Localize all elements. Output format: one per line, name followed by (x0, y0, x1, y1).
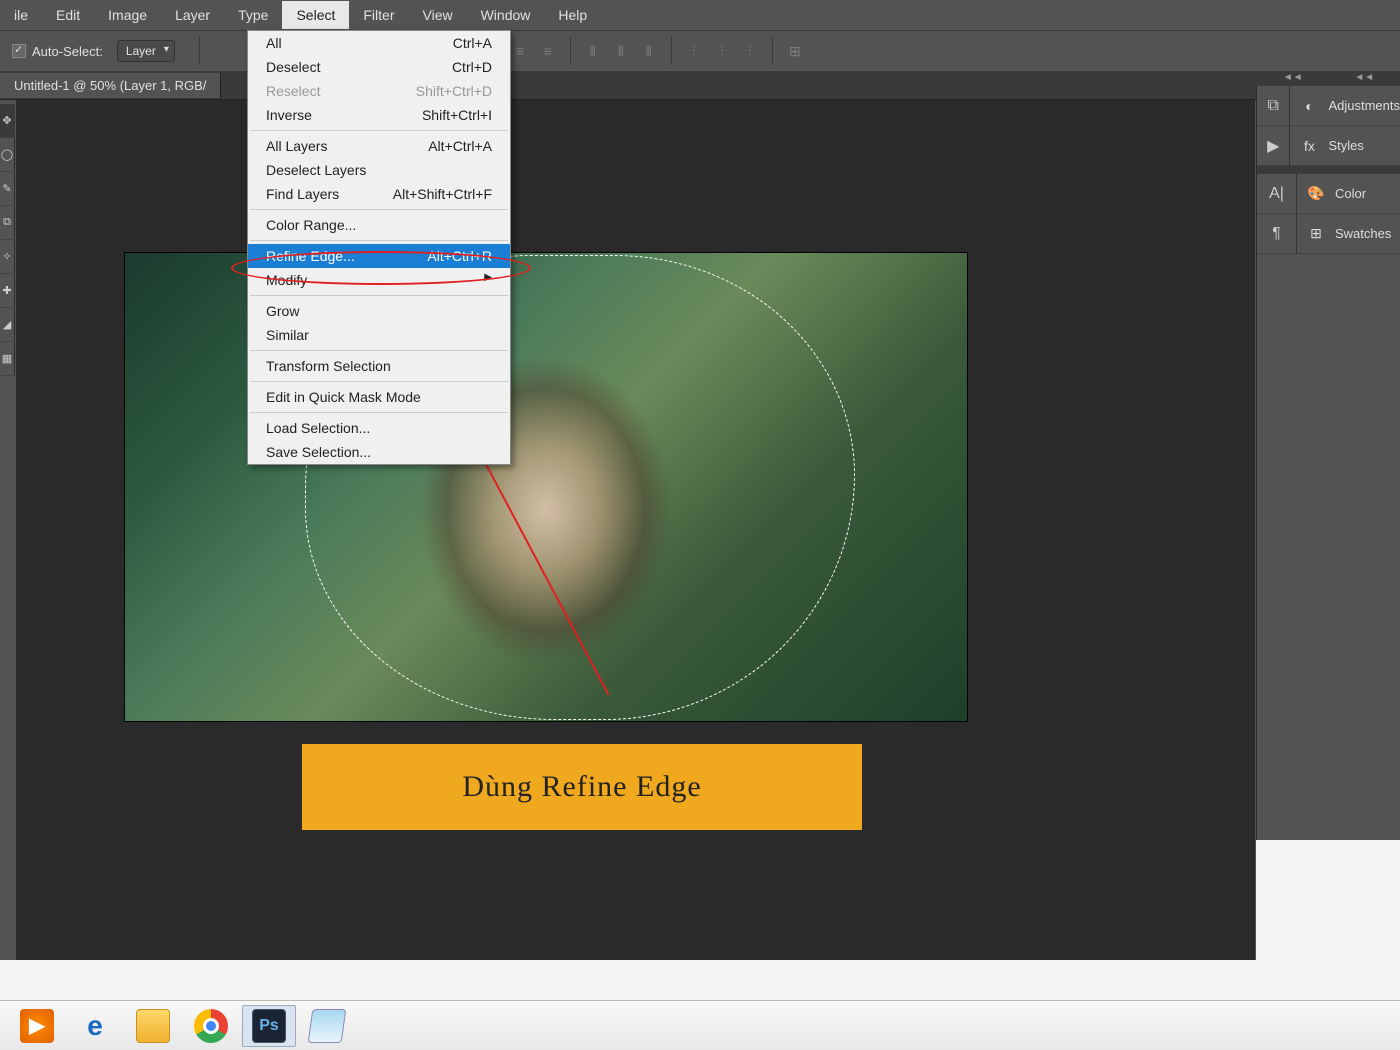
healing-tool-icon[interactable]: ✚ (0, 274, 15, 308)
align-icon[interactable]: ≡ (538, 41, 558, 61)
menu-divider (250, 350, 508, 351)
panel-label: Styles (1328, 138, 1363, 153)
adjustments-icon: ◐ (1300, 98, 1318, 114)
blank-area (0, 960, 1256, 1000)
menu-image[interactable]: Image (94, 1, 161, 29)
menu-divider (250, 240, 508, 241)
notepad-icon (308, 1009, 347, 1043)
panel-label: Color (1335, 186, 1366, 201)
menu-item-similar[interactable]: Similar (248, 323, 510, 347)
menu-ile[interactable]: ile (0, 1, 42, 29)
menu-help[interactable]: Help (544, 1, 601, 29)
separator (671, 37, 672, 65)
panel-label: Swatches (1335, 226, 1391, 241)
chrome-icon (194, 1009, 228, 1043)
auto-select-label: Auto-Select: (32, 44, 103, 59)
taskbar-media-player[interactable]: ▶ (10, 1005, 64, 1047)
adjustments-panel-tab[interactable]: ◐ Adjustments (1290, 86, 1400, 126)
styles-panel-tab[interactable]: fx Styles (1290, 126, 1400, 166)
menu-item-inverse[interactable]: InverseShift+Ctrl+I (248, 103, 510, 127)
menubar: ileEditImageLayerTypeSelectFilterViewWin… (0, 0, 1400, 30)
menu-divider (250, 412, 508, 413)
document-tab[interactable]: Untitled-1 @ 50% (Layer 1, RGB/ (0, 73, 221, 98)
taskbar-notepad[interactable] (300, 1005, 354, 1047)
distribute-icon[interactable]: ⫶ (740, 41, 760, 61)
separator (570, 37, 571, 65)
menu-view[interactable]: View (409, 1, 467, 29)
toolbox: ✥ ◯ ✎ ⧉ ✧ ✚ ◢ ▦ (0, 104, 15, 376)
menu-filter[interactable]: Filter (349, 1, 408, 29)
menu-type[interactable]: Type (224, 1, 282, 29)
distribute-icon[interactable]: ⫶ (712, 41, 732, 61)
eyedropper-tool-icon[interactable]: ✧ (0, 240, 15, 274)
menu-item-edit-in-quick-mask-mode[interactable]: Edit in Quick Mask Mode (248, 385, 510, 409)
auto-select-checkbox[interactable] (12, 44, 26, 58)
brush-tool-icon[interactable]: ✎ (0, 172, 15, 206)
layer-dropdown[interactable]: Layer (117, 40, 175, 62)
options-bar: Auto-Select: Layer ≡ ≡ ≡ ⫴ ⫴ ⫴ ⫶ ⫶ ⫶ ⊞ (0, 30, 1400, 72)
styles-icon: fx (1300, 138, 1318, 154)
distribute-icon[interactable]: ⫴ (611, 41, 631, 61)
taskbar-chrome[interactable] (184, 1005, 238, 1047)
menu-item-grow[interactable]: Grow (248, 299, 510, 323)
menu-divider (250, 295, 508, 296)
swatches-panel-tab[interactable]: ⊞ Swatches (1297, 214, 1400, 254)
media-player-icon: ▶ (20, 1009, 54, 1043)
menu-select[interactable]: Select (282, 1, 349, 29)
folder-icon (136, 1009, 170, 1043)
menu-layer[interactable]: Layer (161, 1, 224, 29)
color-panel-tab[interactable]: 🎨 Color (1297, 174, 1400, 214)
select-menu-dropdown: AllCtrl+ADeselectCtrl+DReselectShift+Ctr… (247, 30, 511, 465)
actions-icon[interactable]: ▶ (1257, 126, 1289, 166)
crop-tool-icon[interactable]: ⧉ (0, 206, 15, 240)
blank-area (1256, 840, 1400, 1000)
menu-divider (250, 209, 508, 210)
menu-divider (250, 381, 508, 382)
arrange-icon[interactable]: ⊞ (785, 41, 805, 61)
eraser-tool-icon[interactable]: ◢ (0, 308, 15, 342)
panel-collapse-bar[interactable]: ◄◄◄◄ (1257, 72, 1400, 86)
windows-taskbar: ▶ e Ps (0, 1000, 1400, 1050)
paragraph-icon[interactable]: ¶ (1257, 214, 1296, 254)
menu-item-transform-selection[interactable]: Transform Selection (248, 354, 510, 378)
menu-item-color-range-[interactable]: Color Range... (248, 213, 510, 237)
distribute-icon[interactable]: ⫶ (684, 41, 704, 61)
menu-item-deselect[interactable]: DeselectCtrl+D (248, 55, 510, 79)
taskbar-photoshop[interactable]: Ps (242, 1005, 296, 1047)
menu-item-load-selection-[interactable]: Load Selection... (248, 416, 510, 440)
menu-edit[interactable]: Edit (42, 1, 94, 29)
taskbar-file-explorer[interactable] (126, 1005, 180, 1047)
document-tab-bar: Untitled-1 @ 50% (Layer 1, RGB/ (0, 72, 1400, 100)
menu-item-find-layers[interactable]: Find LayersAlt+Shift+Ctrl+F (248, 182, 510, 206)
menu-item-reselect: ReselectShift+Ctrl+D (248, 79, 510, 103)
menu-item-all-layers[interactable]: All LayersAlt+Ctrl+A (248, 134, 510, 158)
lasso-tool-icon[interactable]: ◯ (0, 138, 15, 172)
align-icon[interactable]: ≡ (510, 41, 530, 61)
menu-item-deselect-layers[interactable]: Deselect Layers (248, 158, 510, 182)
color-icon: 🎨 (1307, 185, 1325, 202)
distribute-icon[interactable]: ⫴ (583, 41, 603, 61)
move-tool-icon[interactable]: ✥ (0, 104, 15, 138)
swatches-icon: ⊞ (1307, 225, 1325, 242)
separator (772, 37, 773, 65)
menu-item-refine-edge-[interactable]: Refine Edge...Alt+Ctrl+R (248, 244, 510, 268)
history-icon[interactable]: ⧉ (1257, 86, 1289, 126)
character-icon[interactable]: A| (1257, 174, 1296, 214)
gradient-tool-icon[interactable]: ▦ (0, 342, 15, 376)
photoshop-icon: Ps (252, 1009, 286, 1043)
separator (199, 37, 200, 65)
distribute-icon[interactable]: ⫴ (639, 41, 659, 61)
menu-item-modify[interactable]: Modify▶ (248, 268, 510, 292)
menu-item-save-selection-[interactable]: Save Selection... (248, 440, 510, 464)
menu-divider (250, 130, 508, 131)
annotation-label: Dùng Refine Edge (302, 744, 862, 830)
taskbar-internet-explorer[interactable]: e (68, 1005, 122, 1047)
menu-window[interactable]: Window (467, 1, 545, 29)
panel-label: Adjustments (1328, 98, 1400, 113)
menu-item-all[interactable]: AllCtrl+A (248, 31, 510, 55)
ie-icon: e (78, 1009, 112, 1043)
